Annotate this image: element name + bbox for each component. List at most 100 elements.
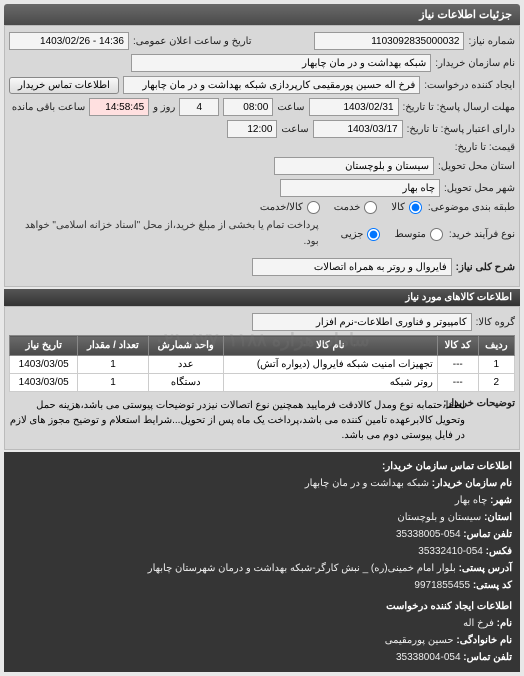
pack-opt2-label: خدمت [334, 202, 361, 213]
c-fax: 054-35332410 [418, 546, 483, 557]
need-no-input [314, 32, 464, 50]
col-rownum: ردیف [478, 336, 514, 356]
pack-radio-3[interactable] [307, 201, 320, 214]
items-section: گروه کالا: ردیف کد کالا نام کالا واحد شم… [4, 306, 520, 450]
c-city-label: شهر: [490, 495, 512, 506]
subject-input [252, 258, 452, 276]
c-postal: 9971855455 [414, 580, 470, 591]
cell: --- [437, 374, 478, 392]
table-row[interactable]: 1 --- تجهیزات امنیت شبکه فایروال (دیواره… [10, 356, 515, 374]
buyer-name-input [131, 54, 431, 72]
c-org-label: نام سازمان خریدار: [432, 478, 512, 489]
subject-label: شرح کلی نیاز: [456, 262, 515, 273]
pack-radio-2[interactable] [364, 201, 377, 214]
table-header-row: ردیف کد کالا نام کالا واحد شمارش تعداد /… [10, 336, 515, 356]
items-header: اطلاعات کالاهای مورد نیاز [4, 289, 520, 306]
cell: تجهیزات امنیت شبکه فایروال (دیواره آتش) [223, 356, 437, 374]
table-row[interactable]: 2 --- روتر شبکه دستگاه 1 1403/03/05 [10, 374, 515, 392]
col-date: تاریخ نیاز [10, 336, 78, 356]
main-panel: جزئیات اطلاعات نیاز شماره نیاز: تاریخ و … [0, 0, 524, 676]
time-label-1: ساعت [277, 102, 304, 113]
need-info-section: شماره نیاز: تاریخ و ساعت اعلان عمومی: نا… [4, 25, 520, 287]
proc-label: نوع فرآیند خرید: [449, 229, 515, 240]
pack-radio-khedmat[interactable]: خدمت [334, 201, 380, 214]
pack-label: طبقه بندی موضوعی: [428, 202, 515, 213]
c-phone-label: تلفن تماس: [463, 529, 512, 540]
cell: 1403/03/05 [10, 374, 78, 392]
requester-input [123, 76, 420, 94]
col-code: کد کالا [437, 336, 478, 356]
province-input [274, 157, 434, 175]
announce-input [9, 32, 129, 50]
c-province: سیستان و بلوچستان [397, 512, 481, 523]
cell: روتر شبکه [223, 374, 437, 392]
remain-day-label: روز و [153, 102, 175, 113]
deadline-date-input [309, 98, 399, 116]
proc-opt1-label: متوسط [394, 229, 425, 240]
announce-label: تاریخ و ساعت اعلان عمومی: [133, 36, 252, 47]
proc-radio-1[interactable] [430, 228, 443, 241]
cell: 1403/03/05 [10, 356, 78, 374]
valid-date-input [313, 120, 403, 138]
city-label: شهر محل تحویل: [444, 183, 515, 194]
buyer-contact-button[interactable]: اطلاعات تماس خریدار [9, 77, 119, 94]
items-table: ردیف کد کالا نام کالا واحد شمارش تعداد /… [9, 335, 515, 392]
pack-radio-1[interactable] [409, 201, 422, 214]
c-address: بلوار امام خمینی(ره) _ نبش کارگر-شبکه به… [148, 563, 456, 574]
remain-left-label: ساعت باقی مانده [12, 102, 85, 113]
c-province-label: استان: [484, 512, 512, 523]
c-address-label: آدرس پستی: [459, 563, 512, 574]
deadline-send-label: مهلت ارسال پاسخ: تا تاریخ: [403, 102, 515, 113]
cr-family-label: نام خانوادگی: [456, 635, 512, 646]
cell: 1 [78, 374, 148, 392]
c-fax-label: فکس: [486, 546, 512, 557]
requester-label: ایجاد کننده درخواست: [424, 80, 515, 91]
province-label: استان محل تحویل: [438, 161, 515, 172]
proc-radio-small[interactable]: جزیی [341, 228, 383, 241]
pack-opt3-label: کالا/خدمت [260, 202, 303, 213]
contact-header: اطلاعات تماس سازمان خریدار: [12, 458, 512, 475]
buyer-desc-text: لطفا،حتمابه نوع ومدل کالادقت فرمایید همچ… [9, 398, 465, 443]
valid-until-label: دارای اعتبار پاسخ: تا تاریخ: [407, 124, 515, 135]
cr-name: فرخ اله [463, 618, 494, 629]
deadline-time-input [223, 98, 273, 116]
c-phone: 054-35338005 [396, 529, 461, 540]
city-input [280, 179, 440, 197]
cell: دستگاه [148, 374, 223, 392]
price-label: قیمت: تا تاریخ: [455, 142, 515, 153]
items-group-input [252, 313, 472, 331]
valid-time-input [227, 120, 277, 138]
creator-header: اطلاعات ایجاد کننده درخواست [12, 598, 512, 615]
remain-days-input [179, 98, 219, 116]
col-qty: تعداد / مقدار [78, 336, 148, 356]
c-city: چاه بهار [455, 495, 488, 506]
buyer-desc-label: توضیحات خریدار: [471, 398, 515, 409]
cell: 1 [478, 356, 514, 374]
time-label-2: ساعت [281, 124, 308, 135]
proc-note: پرداخت تمام یا بخشی از مبلغ خرید،از محل … [9, 218, 319, 250]
cell: عدد [148, 356, 223, 374]
cell: 1 [78, 356, 148, 374]
proc-opt2-label: جزیی [341, 229, 364, 240]
need-no-label: شماره نیاز: [468, 36, 515, 47]
buyer-name-label: نام سازمان خریدار: [435, 58, 515, 69]
remain-time-input [89, 98, 149, 116]
col-unit: واحد شمارش [148, 336, 223, 356]
cell: --- [437, 356, 478, 374]
cr-phone-label: تلفن تماس: [463, 652, 512, 663]
cell: 2 [478, 374, 514, 392]
pack-radio-both[interactable]: کالا/خدمت [260, 201, 322, 214]
c-postal-label: کد پستی: [473, 580, 512, 591]
pack-opt1-label: کالا [391, 202, 405, 213]
panel-title: جزئیات اطلاعات نیاز [4, 4, 520, 25]
cr-family: حسین پورمقیمی [385, 635, 454, 646]
c-org: شبکه بهداشت و در مان چابهار [305, 478, 429, 489]
proc-radio-2[interactable] [367, 228, 380, 241]
pack-radio-kala[interactable]: کالا [391, 201, 424, 214]
contact-block: اطلاعات تماس سازمان خریدار: نام سازمان خ… [4, 452, 520, 672]
col-name: نام کالا [223, 336, 437, 356]
cr-phone: 054-35338004 [396, 652, 461, 663]
cr-name-label: نام: [497, 618, 512, 629]
proc-radio-mid[interactable]: متوسط [394, 228, 444, 241]
items-group-label: گروه کالا: [476, 317, 515, 328]
